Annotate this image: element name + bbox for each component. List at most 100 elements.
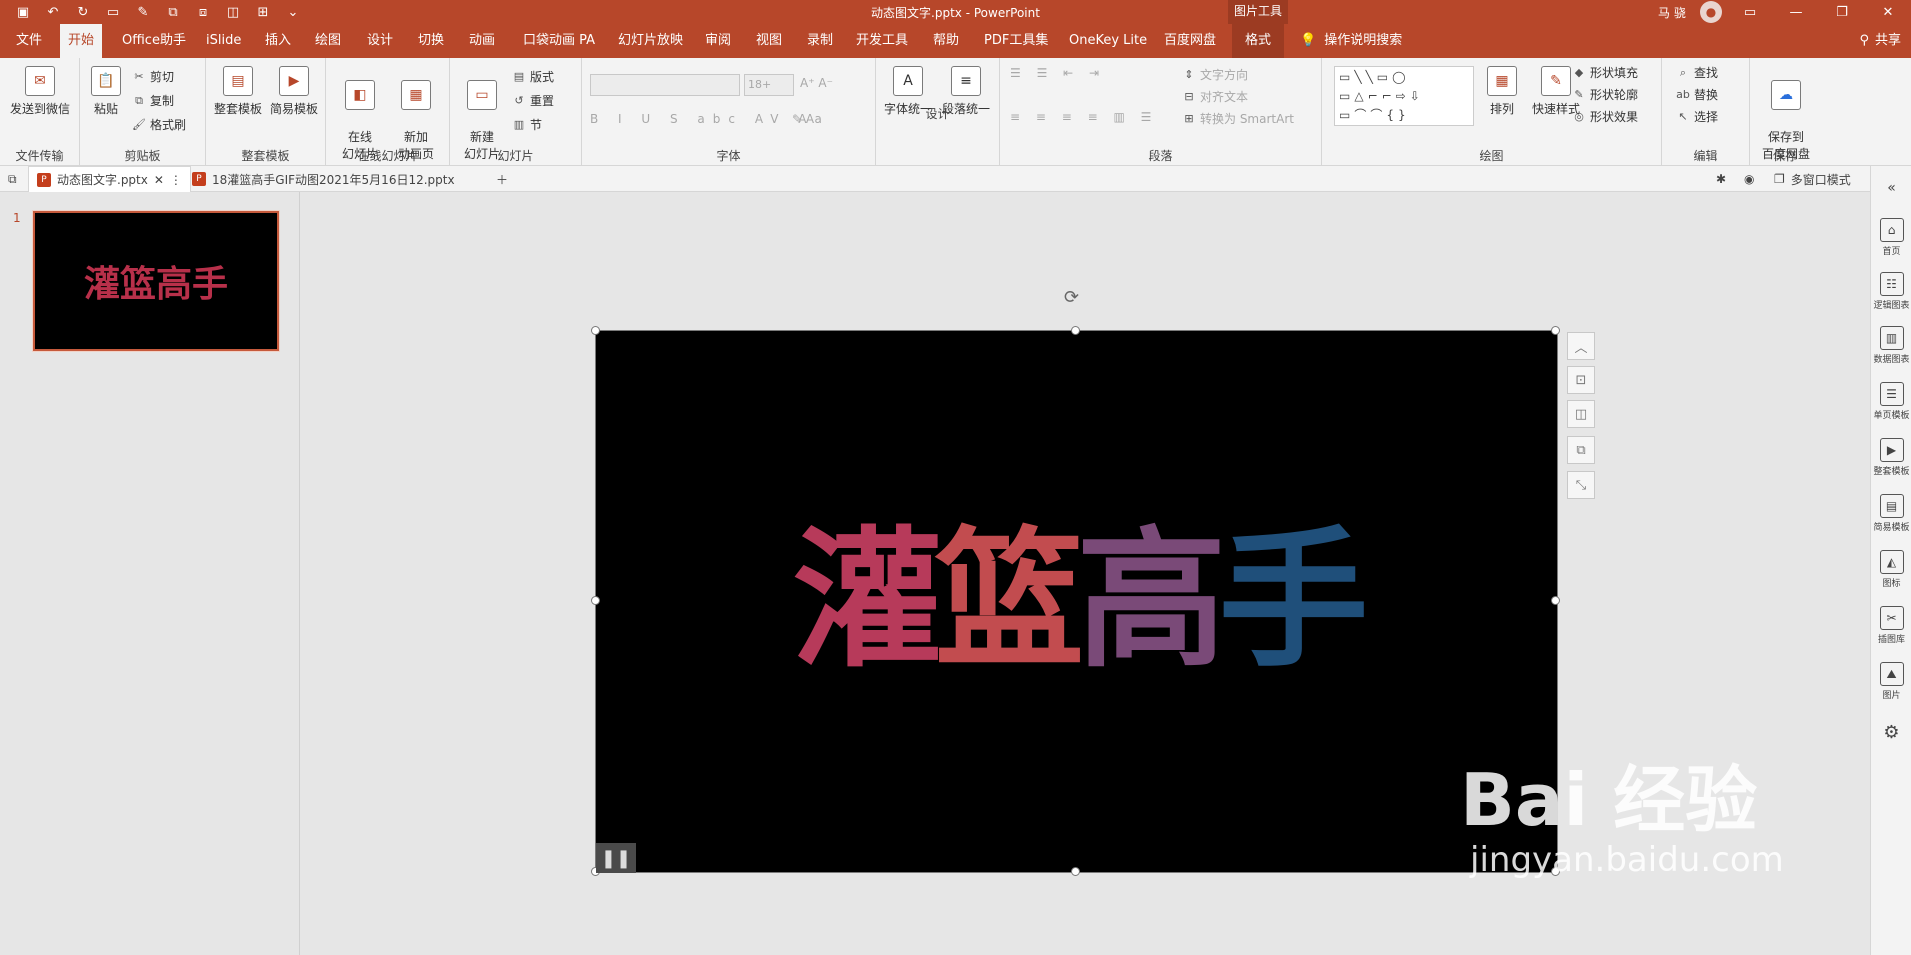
bullets-numbering-icons[interactable]: ☰ ☰ ⇤ ⇥ bbox=[1010, 66, 1105, 80]
full-template-side-button[interactable]: ▶ 整套模板 bbox=[1871, 438, 1911, 477]
tab-islide[interactable]: iSlide bbox=[198, 24, 249, 58]
resize-handle-right[interactable] bbox=[1551, 596, 1560, 605]
brush-icon: 🖌 bbox=[132, 118, 146, 131]
tab-baidu-netdisk[interactable]: 百度网盘 bbox=[1156, 24, 1224, 58]
user-avatar-icon[interactable]: ● bbox=[1700, 1, 1722, 23]
tab-draw[interactable]: 绘图 bbox=[307, 24, 349, 58]
resize-handle-bottom[interactable] bbox=[1071, 867, 1080, 876]
tab-slideshow[interactable]: 幻灯片放映 bbox=[610, 24, 691, 58]
minimize-icon[interactable]: — bbox=[1773, 0, 1819, 24]
full-template-button[interactable]: ▤ 整套模板 bbox=[210, 66, 266, 117]
arrange-button[interactable]: ▦ 排列 bbox=[1480, 66, 1524, 117]
find-button[interactable]: ⌕ 查找 bbox=[1676, 64, 1718, 81]
close-tab-icon[interactable]: ✕ bbox=[154, 173, 164, 187]
tab-format[interactable]: 格式 bbox=[1232, 24, 1284, 58]
tab-help[interactable]: 帮助 bbox=[925, 24, 967, 58]
font-family-combobox[interactable] bbox=[590, 74, 740, 96]
pause-animation-icon[interactable]: ❚❚ bbox=[596, 843, 636, 873]
simple-template-side-button[interactable]: ▤ 简易模板 bbox=[1871, 494, 1911, 533]
tab-insert[interactable]: 插入 bbox=[257, 24, 299, 58]
tab-transitions[interactable]: 切换 bbox=[410, 24, 452, 58]
full-template-icon: ▶ bbox=[1879, 438, 1904, 462]
tell-me-search[interactable]: 💡 操作说明搜索 bbox=[1300, 24, 1402, 58]
rotate-handle-icon[interactable]: ⟳ bbox=[1064, 287, 1079, 308]
tab-home[interactable]: 开始 bbox=[60, 24, 103, 58]
shape-outline-button[interactable]: ✎ 形状轮廓 bbox=[1572, 86, 1638, 103]
shape-effects-button[interactable]: ◎ 形状效果 bbox=[1572, 108, 1638, 125]
restore-icon[interactable]: ❐ bbox=[1819, 0, 1865, 24]
duplicate-icon[interactable]: ⧉ bbox=[1567, 436, 1595, 464]
close-icon[interactable]: ✕ bbox=[1865, 0, 1911, 24]
cut-button[interactable]: ✂ 剪切 bbox=[132, 68, 174, 85]
font-unify-icon: A bbox=[893, 66, 923, 96]
tab-list-icon[interactable]: ⧉ bbox=[0, 166, 28, 192]
copy-button[interactable]: ⧉ 复制 bbox=[132, 92, 174, 109]
home-button[interactable]: ⌂ 首页 bbox=[1871, 218, 1911, 257]
ribbon-display-options-icon[interactable]: ▭ bbox=[1727, 0, 1773, 24]
tab-review[interactable]: 审阅 bbox=[697, 24, 739, 58]
tab-pocket-animation[interactable]: 口袋动画 PA bbox=[515, 24, 603, 58]
islide-side-pane: « ⌂ 首页 ☷ 逻辑图表 ▥ 数据图表 ☰ 单页模板 ▶ 整套模板 ▤ 简易模板 ◭ 图标 … bbox=[1870, 166, 1911, 955]
tab-design[interactable]: 设计 bbox=[359, 24, 401, 58]
logic-chart-button[interactable]: ☷ 逻辑图表 bbox=[1871, 272, 1911, 311]
replace-button[interactable]: ab 替换 bbox=[1676, 86, 1718, 103]
single-page-template-button[interactable]: ☰ 单页模板 bbox=[1871, 382, 1911, 421]
document-tab-active[interactable]: P 动态图文字.pptx ✕ ⋮ bbox=[28, 166, 191, 192]
tab-developer[interactable]: 开发工具 bbox=[848, 24, 916, 58]
align-text-button[interactable]: ⊟ 对齐文本 bbox=[1182, 88, 1248, 105]
icon-library-button[interactable]: ◭ 图标 bbox=[1871, 550, 1911, 589]
paste-button[interactable]: 📋 粘贴 bbox=[86, 66, 126, 117]
theme-icon[interactable]: ◉ bbox=[1736, 166, 1762, 192]
wechat-icon: ✉ bbox=[25, 66, 55, 96]
multi-window-button[interactable]: ❐ 多窗口模式 bbox=[1766, 166, 1859, 192]
tab-onekey-lite[interactable]: OneKey Lite bbox=[1061, 24, 1155, 58]
center-align-icon[interactable]: ⊡ bbox=[1567, 366, 1595, 394]
format-painter-button[interactable]: 🖌 格式刷 bbox=[132, 116, 186, 133]
tab-office-assistant[interactable]: Office助手 bbox=[114, 24, 194, 58]
slide-thumbnail[interactable]: 灌篮高手 bbox=[32, 210, 280, 352]
new-tab-button[interactable]: ＋ bbox=[488, 166, 516, 192]
section-button[interactable]: ▥ 节 bbox=[512, 116, 542, 133]
user-name[interactable]: 马 骁 bbox=[1658, 4, 1686, 21]
font-size-combobox[interactable]: 18+ bbox=[744, 74, 794, 96]
group-file-transfer: ✉ 发送到微信 文件传输 bbox=[0, 58, 80, 166]
share-button[interactable]: ⚲ 共享 bbox=[1859, 24, 1901, 58]
collapse-up-icon[interactable]: ︿ bbox=[1567, 332, 1595, 360]
tab-file[interactable]: 文件 bbox=[8, 24, 50, 58]
data-chart-button[interactable]: ▥ 数据图表 bbox=[1871, 326, 1911, 365]
illustration-library-button[interactable]: ✂ 插图库 bbox=[1871, 606, 1911, 645]
layer-icon[interactable]: ◫ bbox=[1567, 400, 1595, 428]
settings-sparkle-icon[interactable]: ✱ bbox=[1708, 166, 1734, 192]
resize-handle-left[interactable] bbox=[591, 596, 600, 605]
reset-button[interactable]: ↺ 重置 bbox=[512, 92, 554, 109]
resize-handle-top-right[interactable] bbox=[1551, 326, 1560, 335]
simple-template-button[interactable]: ▶ 简易模板 bbox=[266, 66, 322, 117]
tab-more-icon[interactable]: ⋮ bbox=[170, 173, 182, 187]
expand-icon[interactable]: ⤡ bbox=[1567, 471, 1595, 499]
slide-char-3: 高 bbox=[1076, 514, 1227, 688]
settings-gear-icon[interactable]: ⚙ bbox=[1871, 722, 1911, 743]
shapes-gallery[interactable]: ▭╲╲▭◯ ▭△⌐⌐⇨⇩ ▭⌒⌒{} bbox=[1334, 66, 1474, 126]
shape-fill-button[interactable]: ◆ 形状填充 bbox=[1572, 64, 1638, 81]
resize-handle-top-left[interactable] bbox=[591, 326, 600, 335]
tab-view[interactable]: 视图 bbox=[748, 24, 790, 58]
font-color-icon[interactable]: ✎ A bbox=[792, 112, 814, 126]
tab-record[interactable]: 录制 bbox=[799, 24, 841, 58]
document-tab[interactable]: P 18灌篮高手GIF动图2021年5月16日12.pptx bbox=[184, 166, 463, 192]
slide-picture[interactable]: 灌篮高手 bbox=[595, 330, 1558, 873]
layout-button[interactable]: ▤ 版式 bbox=[512, 68, 554, 85]
select-button[interactable]: ↖ 选择 bbox=[1676, 108, 1718, 125]
increase-font-icon[interactable]: A⁺ A⁻ bbox=[800, 76, 833, 90]
tab-animations[interactable]: 动画 bbox=[461, 24, 503, 58]
send-to-wechat-button[interactable]: ✉ 发送到微信 bbox=[8, 66, 72, 117]
slide-title-text: 灌篮高手 bbox=[596, 521, 1557, 681]
text-direction-button[interactable]: ⇕ 文字方向 bbox=[1182, 66, 1248, 83]
picture-library-button[interactable]: ⛰ 图片 bbox=[1871, 662, 1911, 701]
convert-smartart-button[interactable]: ⊞ 转换为 SmartArt bbox=[1182, 110, 1294, 127]
collapse-pane-icon[interactable]: « bbox=[1871, 180, 1911, 196]
resize-handle-top[interactable] bbox=[1071, 326, 1080, 335]
tab-pdf-tools[interactable]: PDF工具集 bbox=[976, 24, 1056, 58]
home-icon: ⌂ bbox=[1879, 218, 1904, 242]
lightbulb-icon: 💡 bbox=[1300, 33, 1317, 48]
alignment-icons[interactable]: ≡ ≡ ≡ ≡ ▥ ☰ bbox=[1010, 110, 1157, 124]
